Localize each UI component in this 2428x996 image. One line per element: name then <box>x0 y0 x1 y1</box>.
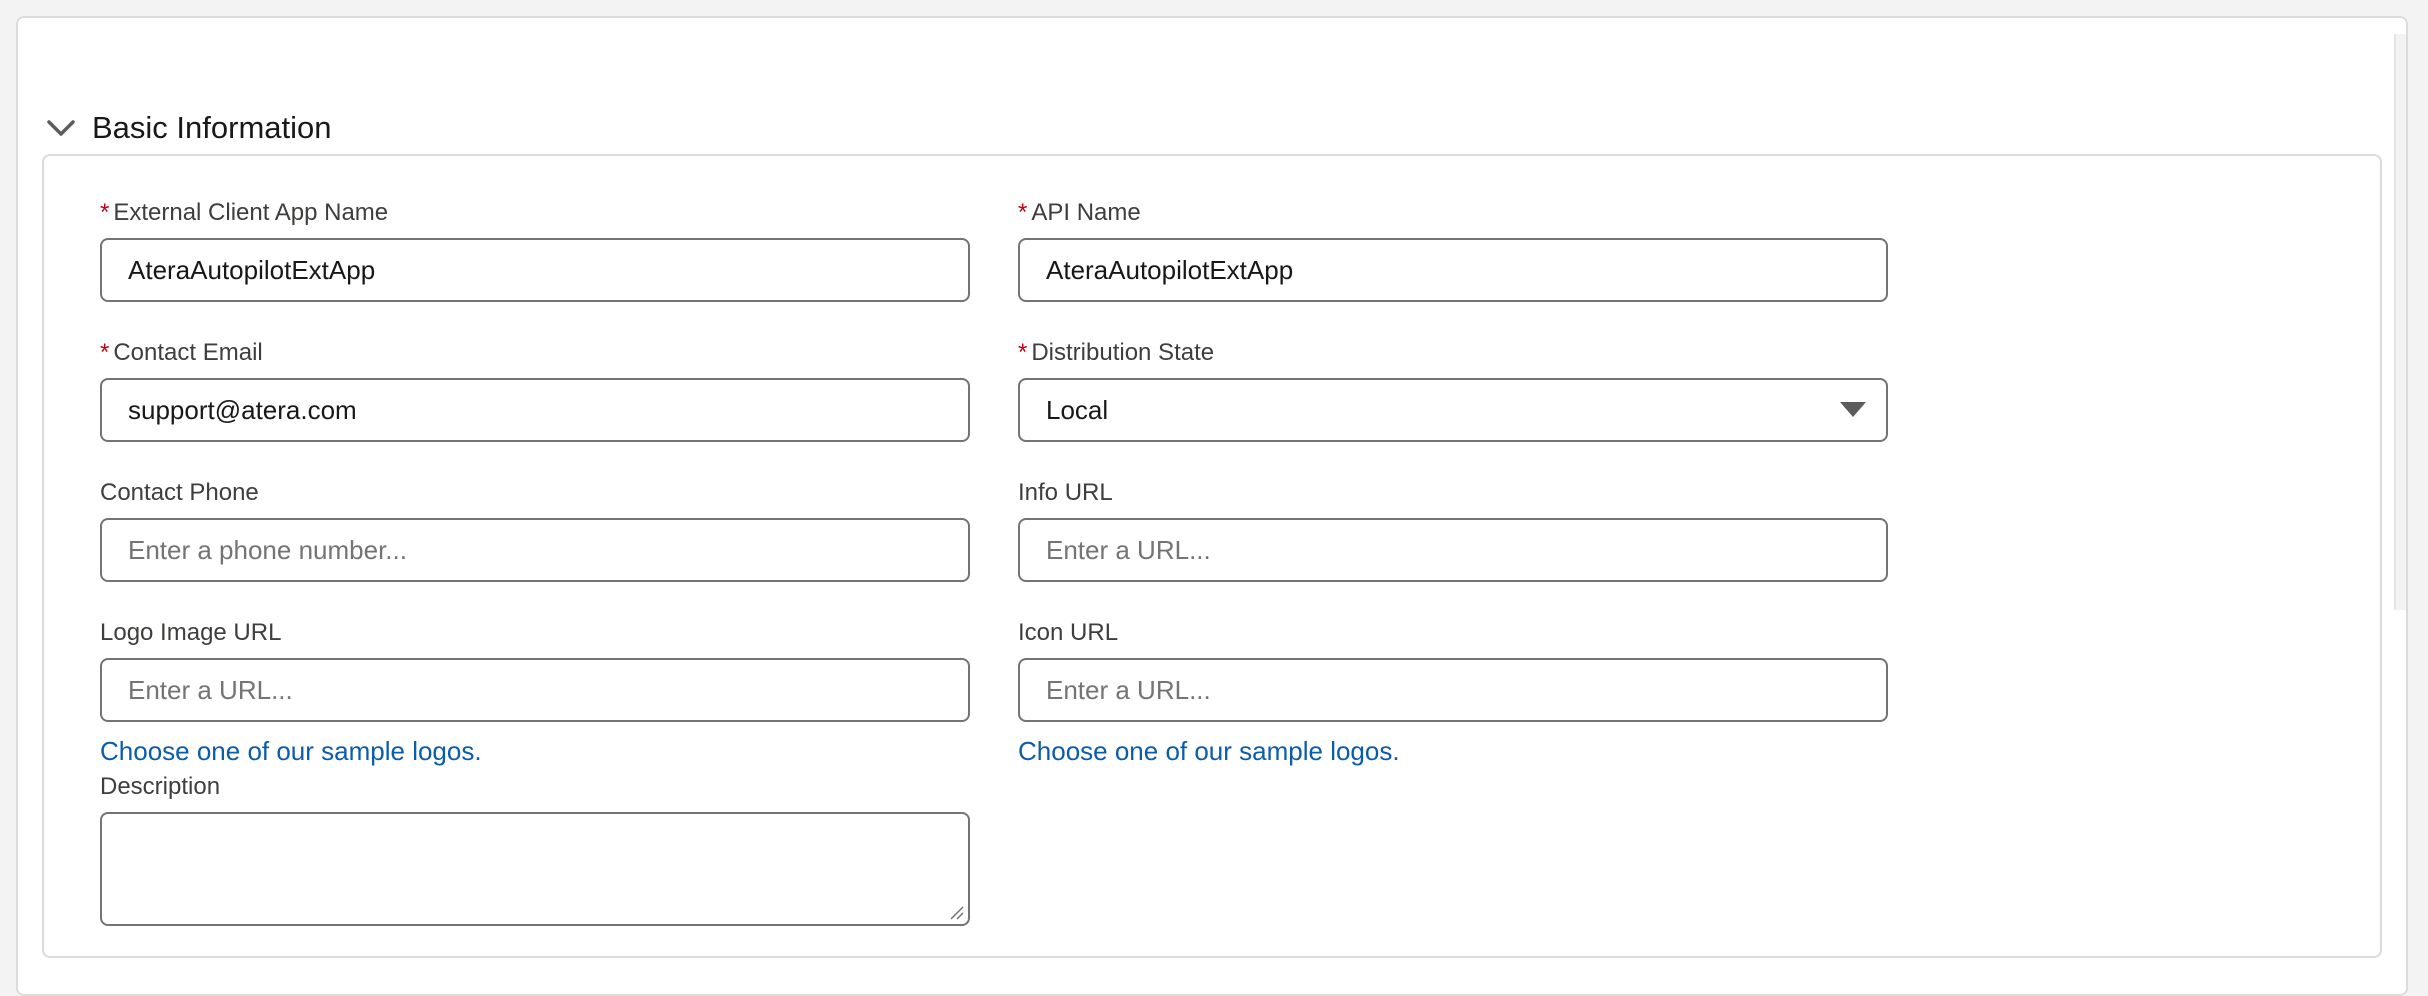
sample-logos-link[interactable]: Choose one of our sample logos. <box>100 734 970 768</box>
section-title: Basic Information <box>92 110 332 145</box>
info-url-field: Info URL Enter a URL... <box>1018 476 1888 582</box>
icon-url-field: Icon URL Enter a URL... Choose one of ou… <box>1018 616 1888 768</box>
description-label: Description <box>100 773 221 800</box>
sample-icons-link[interactable]: Choose one of our sample logos. <box>1018 734 1888 768</box>
resize-handle-icon[interactable] <box>948 904 964 920</box>
scrollbar[interactable] <box>2394 34 2406 610</box>
contact-email-label: * Contact Email <box>100 339 263 366</box>
api-name-label: * API Name <box>1018 199 1141 226</box>
logo-url-field: Logo Image URL Enter a URL... Choose one… <box>100 616 970 768</box>
app-name-input[interactable]: AteraAutopilotExtApp <box>100 238 970 302</box>
contact-email-field: * Contact Email support@atera.com <box>100 336 970 442</box>
required-mark: * <box>1018 339 1028 366</box>
contact-phone-field: Contact Phone Enter a phone number... <box>100 476 970 582</box>
app-name-field: * External Client App Name AteraAutopilot… <box>100 196 970 302</box>
distribution-state-field: * Distribution State Local <box>1018 336 1888 442</box>
required-mark: * <box>1018 199 1028 226</box>
logo-url-label: Logo Image URL <box>100 619 282 646</box>
required-mark: * <box>100 199 110 226</box>
contact-email-input[interactable]: support@atera.com <box>100 378 970 442</box>
app-name-label: * External Client App Name <box>100 199 389 226</box>
logo-url-input[interactable]: Enter a URL... <box>100 658 970 722</box>
chevron-down-icon[interactable] <box>42 109 80 147</box>
api-name-input[interactable]: AteraAutopilotExtApp <box>1018 238 1888 302</box>
info-url-input[interactable]: Enter a URL... <box>1018 518 1888 582</box>
page-card: Basic Information * External Client App N… <box>16 16 2408 996</box>
description-textarea[interactable] <box>100 812 970 926</box>
description-field: Description <box>100 770 970 926</box>
required-mark: * <box>100 339 110 366</box>
distribution-state-select[interactable]: Local <box>1018 378 1888 442</box>
distribution-state-label: * Distribution State <box>1018 339 1215 366</box>
basic-information-panel: * External Client App Name AteraAutopilot… <box>42 154 2382 958</box>
info-url-label: Info URL <box>1018 479 1113 506</box>
api-name-field: * API Name AteraAutopilotExtApp <box>1018 196 1888 302</box>
icon-url-label: Icon URL <box>1018 619 1119 646</box>
distribution-state-value[interactable]: Local <box>1018 378 1888 442</box>
icon-url-input[interactable]: Enter a URL... <box>1018 658 1888 722</box>
section-toggle[interactable]: Basic Information <box>42 98 332 158</box>
caret-down-icon[interactable] <box>1840 402 1866 417</box>
contact-phone-label: Contact Phone <box>100 479 259 506</box>
contact-phone-input[interactable]: Enter a phone number... <box>100 518 970 582</box>
